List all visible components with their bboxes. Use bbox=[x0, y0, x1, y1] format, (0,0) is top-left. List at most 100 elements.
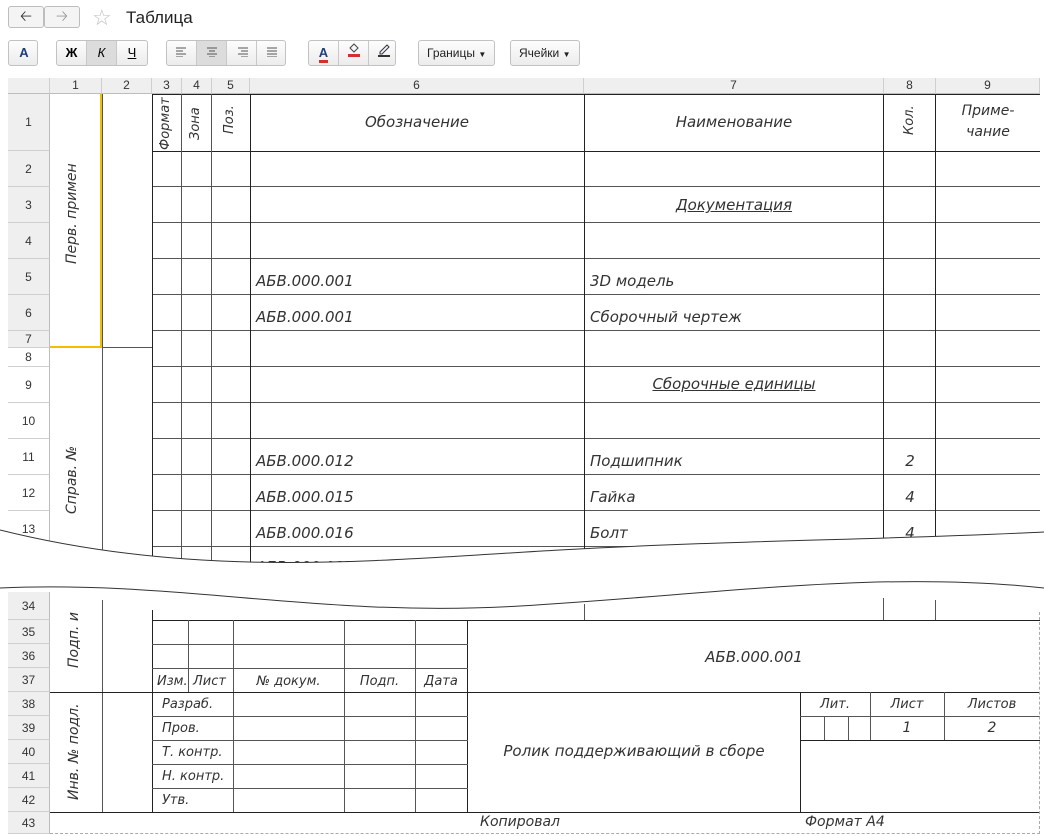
align-center-icon bbox=[206, 47, 217, 58]
text-color-button[interactable]: A bbox=[309, 41, 339, 65]
col-header-4[interactable]: 4 bbox=[182, 78, 212, 94]
side-label-perv: Перв. примен bbox=[64, 163, 80, 264]
font-button[interactable]: A bbox=[8, 40, 38, 66]
row-header[interactable]: 41 bbox=[8, 764, 50, 788]
arrow-left-icon: 🡠 bbox=[19, 8, 33, 25]
stamp-prov: Пров. bbox=[162, 721, 200, 736]
cells-label: Ячейки bbox=[519, 46, 560, 60]
border-color-button[interactable] bbox=[369, 41, 399, 65]
header-format: Формат bbox=[158, 97, 173, 150]
stamp-sheets-value: 2 bbox=[987, 720, 997, 736]
row-header[interactable]: 10 bbox=[8, 403, 50, 439]
stamp-sheet: Лист bbox=[890, 697, 924, 712]
col-header-5[interactable]: 5 bbox=[212, 78, 250, 94]
row-header[interactable]: 36 bbox=[8, 644, 50, 668]
color-group: A bbox=[308, 40, 396, 66]
row-header[interactable]: 4 bbox=[8, 223, 50, 259]
borders-label: Границы bbox=[427, 46, 475, 60]
corner-cell[interactable] bbox=[8, 78, 50, 94]
header-designation: Обозначение bbox=[364, 113, 470, 131]
row-header[interactable]: 35 bbox=[8, 620, 50, 644]
row-header[interactable]: 42 bbox=[8, 788, 50, 812]
header-pos: Поз. bbox=[222, 105, 237, 134]
text-style-group: Ж К Ч bbox=[56, 40, 148, 66]
back-button[interactable]: 🡠 bbox=[8, 6, 44, 28]
col-header-1[interactable]: 1 bbox=[50, 78, 102, 94]
stamp-sheets: Листов bbox=[967, 697, 1017, 712]
font-icon: A bbox=[19, 45, 29, 60]
favorite-star-icon[interactable]: ☆ bbox=[92, 5, 112, 31]
align-left-button[interactable] bbox=[167, 41, 197, 65]
align-right-button[interactable] bbox=[227, 41, 257, 65]
header-zone: Зона bbox=[188, 107, 203, 140]
header-qty: Кол. bbox=[902, 105, 917, 135]
col-header-9[interactable]: 9 bbox=[936, 78, 1040, 94]
stamp-izm: Изм. bbox=[157, 674, 188, 689]
stamp-product-name: Ролик поддерживающий в сборе bbox=[503, 742, 765, 760]
stamp-tkontr: Т. контр. bbox=[162, 745, 223, 760]
row-header[interactable]: 43 bbox=[8, 812, 50, 834]
page-title: Таблица bbox=[126, 8, 193, 27]
forward-button[interactable]: 🡢 bbox=[44, 6, 80, 28]
stamp-list: Лист bbox=[193, 674, 226, 689]
item-name: Гайка bbox=[590, 488, 636, 506]
section-documentation: Документация bbox=[675, 196, 793, 214]
align-left-icon bbox=[175, 47, 186, 58]
col-header-6[interactable]: 6 bbox=[250, 78, 584, 94]
col-header-3[interactable]: 3 bbox=[152, 78, 182, 94]
item-name: Сборочный чертеж bbox=[590, 308, 742, 326]
pencil-icon bbox=[378, 44, 390, 57]
row-header[interactable]: 12 bbox=[8, 475, 50, 511]
align-group bbox=[166, 40, 286, 66]
row-header[interactable]: 6 bbox=[8, 295, 50, 331]
header-note-1: Приме- bbox=[961, 103, 1015, 119]
side-label-inv: Инв. № подл. bbox=[66, 703, 82, 800]
row-header[interactable]: 3 bbox=[8, 187, 50, 223]
align-center-button[interactable] bbox=[197, 41, 227, 65]
col-header-7[interactable]: 7 bbox=[584, 78, 884, 94]
chevron-down-icon: ▼ bbox=[562, 50, 571, 59]
header-note-2: чание bbox=[966, 124, 1010, 140]
align-right-icon bbox=[237, 47, 248, 58]
stamp-doc-number: АБВ.000.001 bbox=[705, 648, 803, 666]
item-designation: АБВ.000.015 bbox=[256, 488, 354, 506]
col-header-8[interactable]: 8 bbox=[884, 78, 936, 94]
cells-dropdown[interactable]: Ячейки ▼ bbox=[510, 40, 580, 66]
row-header[interactable]: 40 bbox=[8, 740, 50, 764]
row-header[interactable]: 37 bbox=[8, 668, 50, 692]
row-header[interactable]: 7 bbox=[8, 331, 50, 348]
col-header-2[interactable]: 2 bbox=[102, 78, 152, 94]
item-name: 3D модель bbox=[590, 272, 675, 290]
side-label-sprav: Справ. № bbox=[64, 445, 80, 514]
section-assembly: Сборочные единицы bbox=[652, 375, 816, 393]
row-header[interactable]: 38 bbox=[8, 692, 50, 716]
stamp-copied: Копировал bbox=[480, 814, 560, 830]
stamp-data: Дата bbox=[424, 674, 458, 689]
row-header[interactable]: 5 bbox=[8, 259, 50, 295]
underline-button[interactable]: Ч bbox=[117, 41, 147, 65]
arrow-right-icon: 🡢 bbox=[55, 8, 69, 25]
side-label-podp: Подп. и bbox=[66, 612, 82, 668]
row-header[interactable]: 34 bbox=[8, 592, 50, 620]
header-name: Наименование bbox=[675, 113, 793, 131]
paint-bucket-icon bbox=[347, 43, 360, 57]
bold-button[interactable]: Ж bbox=[57, 41, 87, 65]
row-header[interactable]: 2 bbox=[8, 151, 50, 187]
item-designation: АБВ.000.001 bbox=[256, 308, 354, 326]
page-break-wave bbox=[0, 529, 1044, 609]
item-qty: 2 bbox=[905, 452, 915, 470]
row-header[interactable]: 11 bbox=[8, 439, 50, 475]
italic-button[interactable]: К bbox=[87, 41, 117, 65]
stamp-format: Формат А4 bbox=[805, 814, 885, 830]
align-justify-button[interactable] bbox=[257, 41, 287, 65]
row-header[interactable]: 9 bbox=[8, 367, 50, 403]
borders-dropdown[interactable]: Границы ▼ bbox=[418, 40, 496, 66]
stamp-sheet-value: 1 bbox=[902, 720, 912, 736]
row-header[interactable]: 39 bbox=[8, 716, 50, 740]
align-justify-icon bbox=[267, 47, 277, 58]
row-header[interactable]: 1 bbox=[8, 94, 50, 151]
stamp-utv: Утв. bbox=[162, 793, 190, 808]
row-header[interactable]: 8 bbox=[8, 348, 50, 367]
item-designation: АБВ.000.012 bbox=[256, 452, 354, 470]
fill-color-button[interactable] bbox=[339, 41, 369, 65]
